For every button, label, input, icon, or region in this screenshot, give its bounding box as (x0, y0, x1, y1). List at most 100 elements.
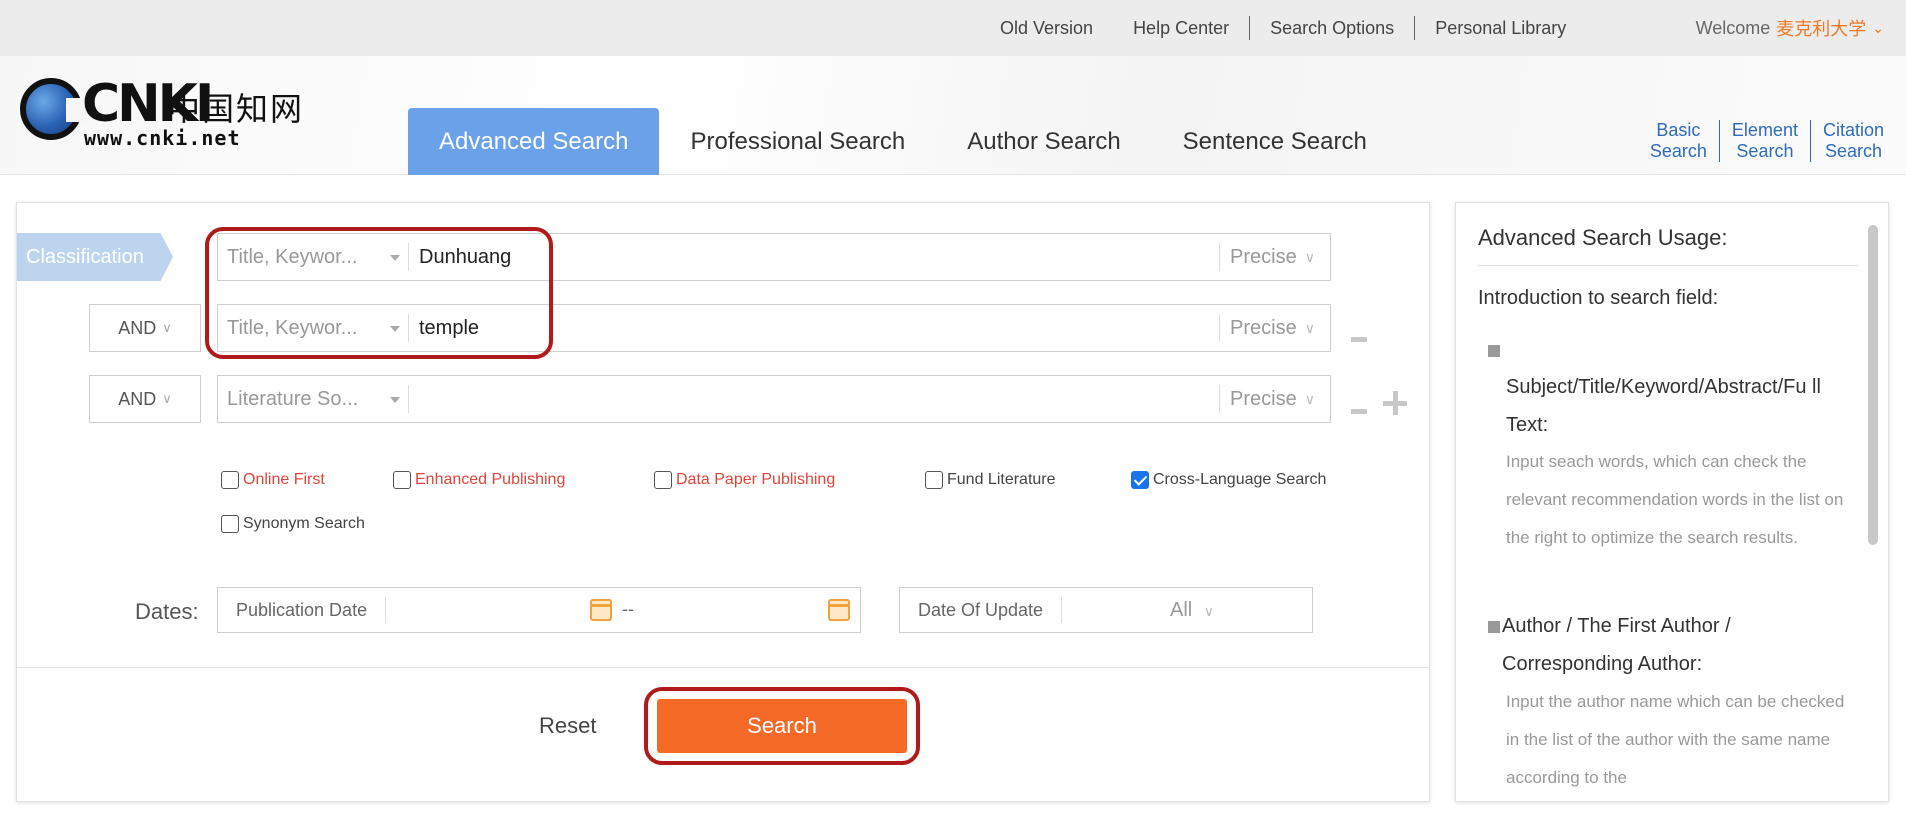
checkbox[interactable] (221, 515, 239, 533)
option-data-paper-publishing[interactable]: Data Paper Publishing (654, 471, 835, 489)
caret-down-icon (390, 397, 400, 403)
field-select-1[interactable]: Title, Keywor... (218, 233, 408, 281)
chevron-down-icon[interactable]: ⌄ (1872, 20, 1884, 37)
logic-select-2[interactable]: AND ∨ (89, 304, 201, 352)
date-separator: -- (622, 599, 634, 619)
logo-url: www.cnki.net (84, 126, 241, 150)
top-links: Old Version Help Center Search Options P… (980, 0, 1586, 56)
header: CNKI 中国知网 www.cnki.net Advanced Search P… (0, 56, 1906, 175)
usage-intro: Introduction to search field: (1478, 287, 1719, 309)
field-select-2-value: Title, Keywor... (227, 316, 358, 339)
search-mode-links: Basic Search Element Search Citation Sea… (1638, 120, 1896, 162)
field-select-2[interactable]: Title, Keywor... (218, 304, 408, 352)
logic-select-2-value: AND (118, 317, 157, 338)
option-label: Cross-Language Search (1153, 471, 1327, 488)
element-search-link[interactable]: Element Search (1718, 120, 1810, 162)
update-value[interactable]: All ∨ (1170, 599, 1214, 622)
usage-section-2-desc: Input the author name which can be check… (1506, 692, 1845, 787)
calendar-icon[interactable] (590, 599, 612, 621)
help-center-link[interactable]: Help Center (1113, 16, 1249, 40)
top-bar: Old Version Help Center Search Options P… (0, 0, 1906, 56)
logo-chinese: 中国知网 (168, 90, 305, 128)
remove-row-3-icon[interactable] (1351, 409, 1367, 414)
match-select-1[interactable]: Precise ∨ (1220, 233, 1330, 281)
add-row-icon[interactable] (1383, 391, 1407, 415)
chevron-down-icon: ∨ (1304, 248, 1315, 265)
search-input-2[interactable] (409, 305, 1219, 351)
option-cross-language-search[interactable]: Cross-Language Search (1131, 471, 1326, 489)
element-search-line1: Element (1731, 120, 1798, 140)
search-input-1[interactable] (409, 234, 1219, 280)
globe-icon (20, 78, 86, 140)
chevron-down-icon: ∨ (162, 320, 172, 335)
checkbox[interactable] (393, 471, 411, 489)
option-label: Data Paper Publishing (676, 471, 836, 488)
tab-professional-search[interactable]: Professional Search (659, 108, 936, 175)
chevron-down-icon: ∨ (1203, 603, 1215, 619)
logic-select-3-value: AND (118, 388, 157, 409)
search-form-panel: Classification Title, Keywor... Precise … (16, 202, 1430, 802)
divider (385, 597, 387, 623)
search-row-2: Title, Keywor... Precise ∨ (217, 304, 1331, 352)
caret-down-icon (390, 326, 400, 332)
date-of-update-select[interactable]: Date Of Update All ∨ (899, 587, 1313, 633)
checkbox[interactable] (925, 471, 943, 489)
search-row-3: Literature So... Precise ∨ (217, 375, 1331, 423)
search-row-1: Title, Keywor... Precise ∨ (217, 233, 1331, 281)
match-select-1-value: Precise (1230, 245, 1297, 268)
element-search-line2: Search (1736, 141, 1794, 161)
option-fund-literature[interactable]: Fund Literature (925, 471, 1056, 489)
match-select-2[interactable]: Precise ∨ (1220, 304, 1330, 352)
update-value-text: All (1170, 599, 1193, 621)
remove-row-2-icon[interactable] (1351, 337, 1367, 342)
citation-search-line2: Search (1824, 141, 1882, 161)
classification-toggle[interactable]: Classification (17, 233, 173, 281)
logic-select-3[interactable]: AND ∨ (89, 375, 201, 423)
search-button[interactable]: Search (657, 699, 907, 753)
option-label: Fund Literature (947, 471, 1056, 488)
option-label: Synonym Search (243, 515, 365, 532)
update-label: Date Of Update (918, 600, 1044, 620)
tab-sentence-search[interactable]: Sentence Search (1152, 108, 1398, 175)
field-select-3-value: Literature So... (227, 387, 359, 410)
checkbox-checked[interactable] (1131, 471, 1149, 489)
option-label: Online First (243, 471, 325, 488)
reset-button[interactable]: Reset (539, 713, 596, 739)
field-select-3[interactable]: Literature So... (218, 375, 408, 423)
checkbox[interactable] (654, 471, 672, 489)
caret-down-icon (390, 255, 400, 261)
option-online-first[interactable]: Online First (221, 471, 325, 489)
cnki-logo[interactable]: CNKI 中国知网 www.cnki.net (20, 74, 320, 150)
checkbox[interactable] (221, 471, 239, 489)
usage-scrollbar[interactable] (1868, 225, 1878, 545)
publication-date-range[interactable]: Publication Date -- (217, 587, 861, 633)
option-synonym-search[interactable]: Synonym Search (221, 515, 365, 533)
welcome-area[interactable]: Welcome 麦克利大学 ⌄ (1696, 0, 1884, 56)
usage-panel: Advanced Search Usage: Introduction to s… (1455, 202, 1889, 802)
basic-search-line1: Basic (1656, 120, 1701, 140)
divider (1061, 597, 1063, 623)
option-enhanced-publishing[interactable]: Enhanced Publishing (393, 471, 565, 489)
dates-label: Dates: (135, 599, 199, 624)
search-input-3[interactable] (409, 376, 1219, 422)
user-name[interactable]: 麦克利大学 (1776, 15, 1866, 41)
search-tabs: Advanced Search Professional Search Auth… (408, 108, 1398, 175)
divider (17, 667, 1429, 668)
welcome-label: Welcome (1695, 17, 1771, 38)
match-select-3-value: Precise (1230, 387, 1297, 410)
search-options-link[interactable]: Search Options (1249, 16, 1414, 40)
calendar-icon[interactable] (828, 599, 850, 621)
publication-date-label: Publication Date (236, 600, 368, 620)
basic-search-line2: Search (1649, 141, 1707, 161)
chevron-down-icon: ∨ (1304, 319, 1315, 336)
citation-search-line1: Citation (1822, 120, 1884, 140)
personal-library-link[interactable]: Personal Library (1414, 16, 1586, 40)
chevron-down-icon: ∨ (1304, 390, 1315, 407)
option-label: Enhanced Publishing (415, 471, 566, 488)
citation-search-link[interactable]: Citation Search (1809, 120, 1896, 162)
tab-author-search[interactable]: Author Search (936, 108, 1151, 175)
basic-search-link[interactable]: Basic Search (1638, 120, 1719, 162)
match-select-3[interactable]: Precise ∨ (1220, 375, 1330, 423)
old-version-link[interactable]: Old Version (980, 16, 1113, 40)
tab-advanced-search[interactable]: Advanced Search (408, 108, 660, 175)
